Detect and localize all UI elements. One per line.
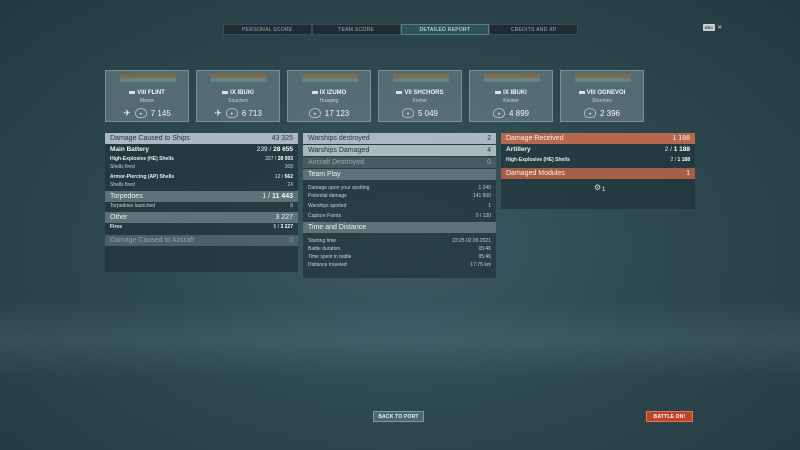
ship-score: 5 049 bbox=[417, 108, 439, 118]
ship-image bbox=[120, 74, 176, 88]
time-distance-header: Time and Distance bbox=[303, 222, 496, 233]
time-row: Distance traveled 17.75 km bbox=[308, 262, 491, 268]
nation-flag-icon bbox=[222, 90, 229, 94]
ship-card[interactable]: VIII FLINT Meore ✈ ★ 7 145 bbox=[105, 70, 189, 122]
ship-name: IX IZUMO bbox=[288, 90, 370, 96]
ship-image bbox=[393, 74, 449, 88]
card-score-row: ★ 4 899 bbox=[470, 108, 552, 118]
ship-name: VIII FLINT bbox=[106, 90, 188, 96]
damage-received-header: Damage Received 1 188 bbox=[501, 133, 695, 144]
player-name: Souchen bbox=[228, 98, 248, 104]
esc-key-label: ESC bbox=[703, 24, 716, 31]
tab-detailed-report[interactable]: DETAILED REPORT bbox=[400, 24, 490, 35]
damage-caused-panel: Damage Caused to Ships 43 325 Main Batter… bbox=[105, 133, 298, 272]
ship-name: VII SHCHORS bbox=[379, 90, 461, 96]
player-name: Fisher bbox=[413, 98, 427, 104]
time-row: Starting time 22:25 02.09.2021 bbox=[308, 238, 491, 244]
card-score-row: ★ 2 396 bbox=[561, 108, 643, 118]
team-play-row: Potential damage 141 500 bbox=[308, 193, 491, 199]
laurel-icon: ★ bbox=[401, 108, 414, 118]
warships-panel: Warships destroyed 2 Warships Damaged 4 Ai… bbox=[303, 133, 496, 278]
damaged-modules-header: Damaged Modules 1 bbox=[501, 168, 695, 179]
ship-cards: VIII FLINT Meore ✈ ★ 7 145 IX IBUKI Souchen ✈ ★ 6… bbox=[105, 70, 644, 122]
nation-flag-icon bbox=[495, 90, 502, 94]
laurel-icon: ★ bbox=[583, 108, 596, 118]
damaged-modules-area: ⚙ 1 bbox=[501, 179, 695, 199]
laurel-icon: ★ bbox=[308, 108, 321, 118]
close-button[interactable]: ESC ✕ bbox=[703, 24, 722, 31]
nation-flag-icon bbox=[396, 90, 403, 94]
ship-score: 6 713 bbox=[241, 108, 262, 118]
tab-credits-and-xp[interactable]: CREDITS AND XP bbox=[489, 24, 578, 35]
card-score-row: ✈ ★ 7 145 bbox=[106, 108, 188, 118]
ship-image bbox=[211, 74, 267, 88]
tab-personal-score[interactable]: PERSONAL SCORE bbox=[223, 24, 312, 35]
ship-image bbox=[484, 74, 540, 88]
team-play-row: Warships spotted 1 bbox=[308, 203, 491, 209]
ship-card[interactable]: VII SHCHORS Fisher ★ 5 049 bbox=[378, 70, 462, 122]
laurel-icon: ★ bbox=[492, 108, 505, 118]
time-row: Time spent in battle 05:46 bbox=[308, 254, 491, 260]
player-name: Shornley bbox=[592, 98, 612, 104]
background-haze bbox=[0, 300, 800, 380]
close-icon: ✕ bbox=[717, 25, 723, 31]
team-play-row: Damage upon your spotting 1 240 bbox=[308, 185, 491, 191]
ship-card[interactable]: VIII OGNEVOI Shornley ★ 2 396 bbox=[560, 70, 644, 122]
received-he-row: High-Explosive (HE) Shells 2 / 1 188 bbox=[506, 156, 690, 163]
ship-image bbox=[575, 74, 631, 88]
damage-caused-aircraft-header: Damage Caused to Aircraft 0 bbox=[105, 235, 298, 246]
card-score-row: ✈ ★ 6 713 bbox=[197, 108, 279, 118]
player-name: Meore bbox=[139, 98, 155, 104]
ship-score: 2 396 bbox=[599, 108, 621, 118]
he-shells-fired-row: Shells fired 368 bbox=[110, 164, 293, 170]
tab-team-score[interactable]: TEAM SCORE bbox=[311, 24, 401, 35]
torpedoes-launched-row: Torpedoes launched 8 bbox=[110, 203, 293, 209]
fires-row: Fires 5 / 3 227 bbox=[110, 224, 293, 230]
ship-score: 4 899 bbox=[508, 108, 530, 118]
player-name: Huaqing bbox=[319, 98, 339, 104]
module-count: 1 bbox=[602, 187, 606, 193]
ship-card[interactable]: IX IBUKI Souchen ✈ ★ 6 713 bbox=[196, 70, 280, 122]
other-header: Other 3 227 bbox=[105, 212, 298, 223]
nation-flag-icon bbox=[578, 90, 585, 94]
battle-button[interactable]: BATTLE ON! bbox=[646, 411, 693, 422]
back-to-port-button[interactable]: BACK TO PORT bbox=[373, 411, 424, 422]
main-battery-row: Main Battery 239 / 28 655 bbox=[110, 146, 293, 153]
he-shells-row: High-Explosive (HE) Shells 227 / 28 093 bbox=[110, 156, 293, 162]
ap-shells-row: Armor-Piercing (AP) Shells 12 / 562 bbox=[110, 174, 293, 180]
ship-name: VIII OGNEVOI bbox=[561, 90, 643, 96]
ship-name: IX IBUKI bbox=[197, 90, 279, 96]
damage-received-panel: Damage Received 1 188 Artillery 2 / 1 188 … bbox=[501, 133, 695, 209]
player-name: Kiester bbox=[503, 98, 519, 104]
ship-card[interactable]: IX IBUKI Kiester ★ 4 899 bbox=[469, 70, 553, 122]
card-score-row: ★ 17 123 bbox=[288, 108, 370, 118]
plane-icon: ✈ bbox=[214, 107, 222, 118]
plane-icon: ✈ bbox=[123, 107, 131, 118]
time-row: Battle duration 05:46 bbox=[308, 246, 491, 252]
card-score-row: ★ 5 049 bbox=[379, 108, 461, 118]
tab-bar: PERSONAL SCORE TEAM SCORE DETAILED REPOR… bbox=[223, 24, 578, 35]
turret-icon: ⚙ bbox=[594, 183, 602, 192]
ship-name: IX IBUKI bbox=[470, 90, 552, 96]
artillery-row: Artillery 2 / 1 188 bbox=[506, 146, 690, 153]
torpedoes-header: Torpedoes 1 / 11 443 bbox=[105, 191, 298, 202]
nation-flag-icon bbox=[311, 90, 318, 94]
ship-score: 7 145 bbox=[150, 108, 171, 118]
ap-shells-fired-row: Shells fired 24 bbox=[110, 182, 293, 188]
warships-destroyed-header: Warships destroyed 2 bbox=[303, 133, 496, 144]
nation-flag-icon bbox=[129, 90, 136, 94]
team-play-row: Capture Points 0 / 120 bbox=[308, 213, 491, 219]
ship-card[interactable]: IX IZUMO Huaqing ★ 17 123 bbox=[287, 70, 371, 122]
aircraft-destroyed-header: Aircraft Destroyed 0 bbox=[303, 157, 496, 168]
warships-damaged-header: Warships Damaged 4 bbox=[303, 145, 496, 156]
laurel-icon: ★ bbox=[134, 108, 147, 118]
damage-caused-header: Damage Caused to Ships 43 325 bbox=[105, 133, 298, 144]
ship-image bbox=[302, 74, 358, 88]
laurel-icon: ★ bbox=[225, 108, 238, 118]
team-play-header: Team Play bbox=[303, 169, 496, 180]
ship-score: 17 123 bbox=[324, 108, 350, 118]
